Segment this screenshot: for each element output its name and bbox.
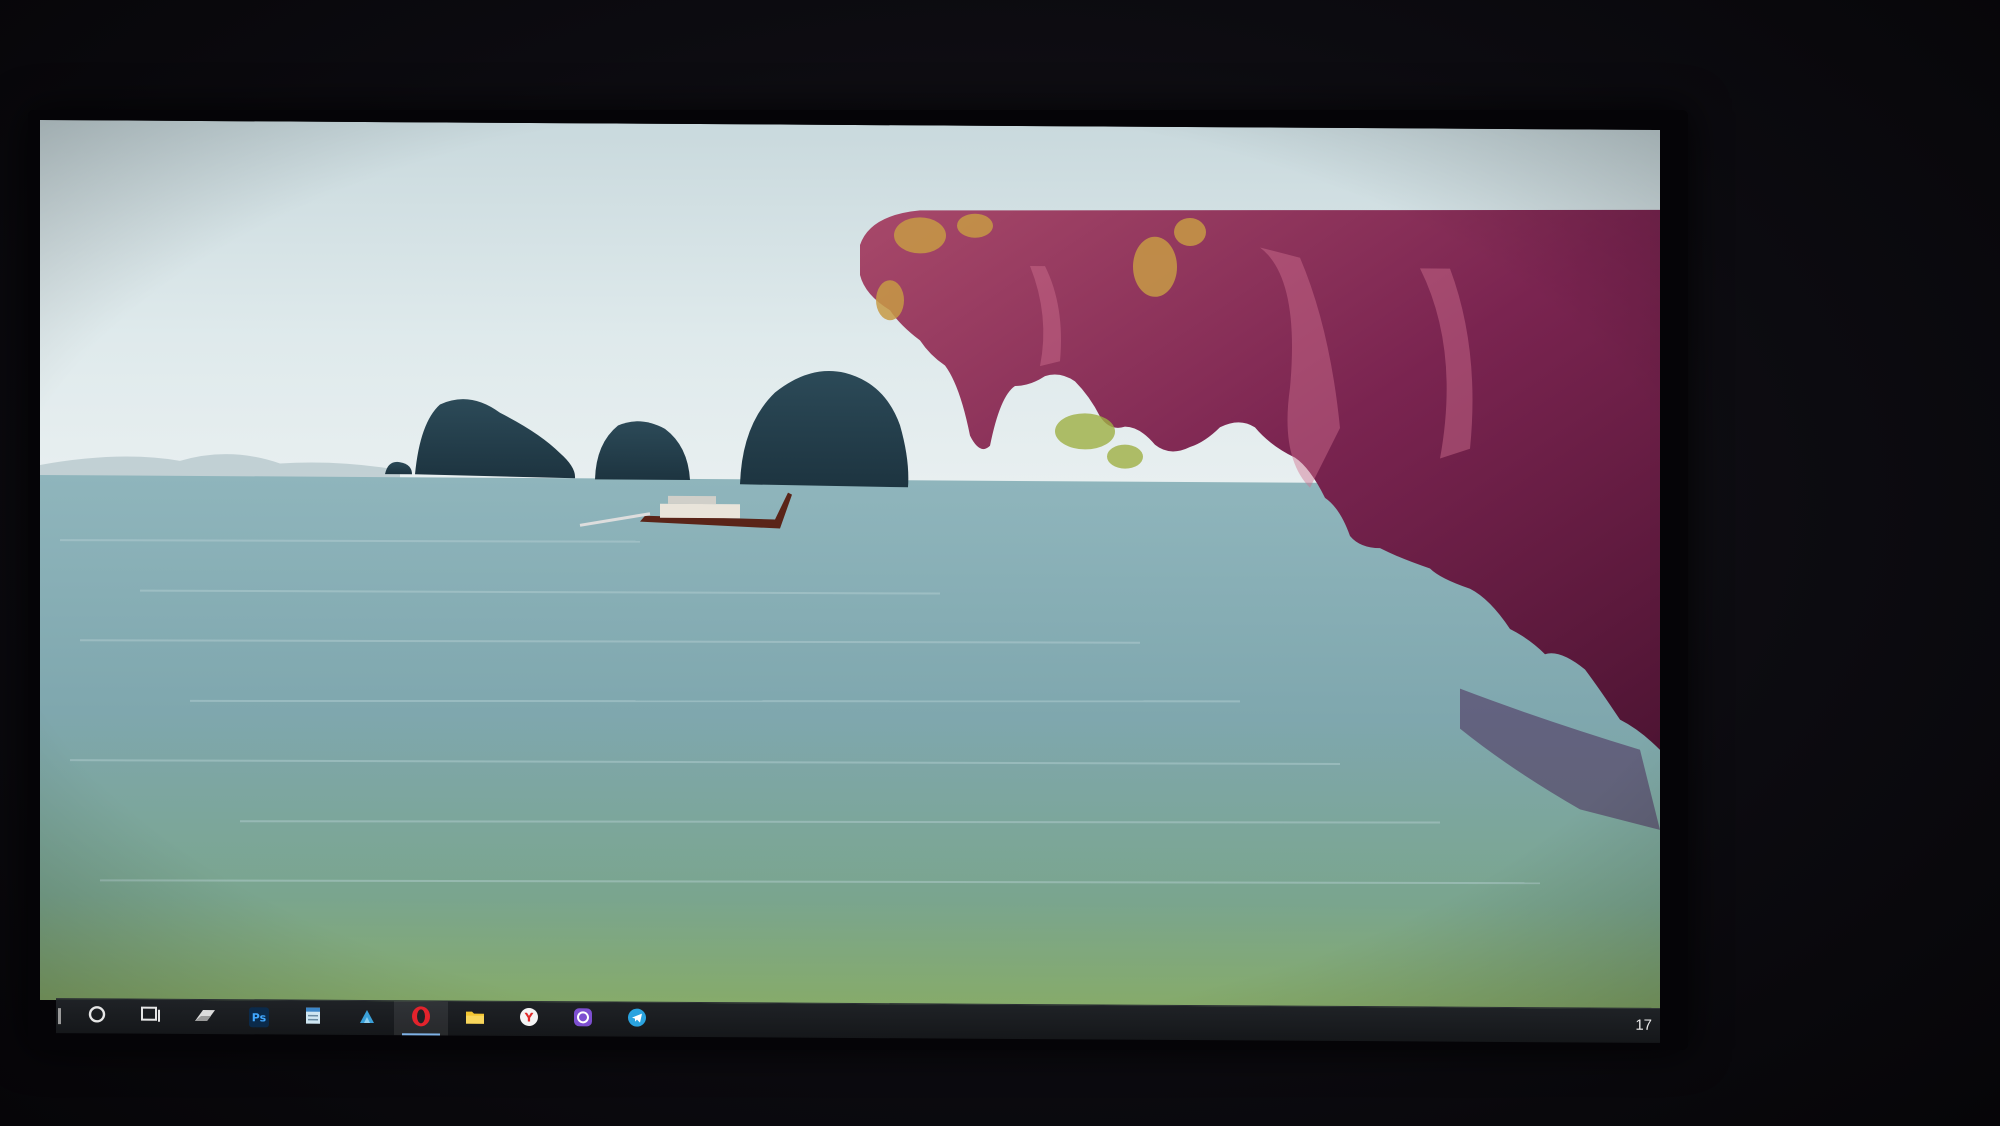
notepad-button[interactable] [286, 1001, 340, 1035]
notepad-icon [304, 1006, 322, 1030]
photoshop-icon: Ps [249, 1007, 269, 1028]
app-icon [357, 1006, 377, 1030]
system-clock[interactable]: 17 [1635, 1017, 1652, 1034]
opera-icon [410, 1005, 432, 1031]
monitor-screen: Ps Y 17 [40, 120, 1660, 1048]
task-view-icon [140, 1005, 162, 1029]
wallpaper-scene [40, 120, 1660, 1010]
taskbar-app-button[interactable] [178, 1000, 232, 1034]
viber-button[interactable] [556, 1002, 610, 1036]
file-explorer-icon [464, 1007, 486, 1031]
svg-text:Y: Y [524, 1010, 534, 1024]
taskbar-edge [58, 1008, 61, 1025]
telegram-button[interactable] [610, 1002, 664, 1036]
cortana-search-icon [87, 1004, 107, 1028]
cortana-search-button[interactable] [70, 999, 124, 1033]
task-view-button[interactable] [124, 1000, 178, 1034]
app-icon [193, 1005, 217, 1029]
file-explorer-button[interactable] [448, 1001, 502, 1035]
photoshop-button[interactable]: Ps [232, 1000, 286, 1034]
viber-icon [572, 1006, 594, 1032]
yandex-browser-icon: Y [518, 1006, 540, 1032]
opera-button[interactable] [394, 1001, 448, 1036]
telegram-icon [626, 1007, 648, 1033]
desktop-wallpaper [40, 120, 1660, 1010]
yandex-browser-button[interactable]: Y [502, 1002, 556, 1036]
taskbar-app-button-2[interactable] [340, 1001, 394, 1035]
